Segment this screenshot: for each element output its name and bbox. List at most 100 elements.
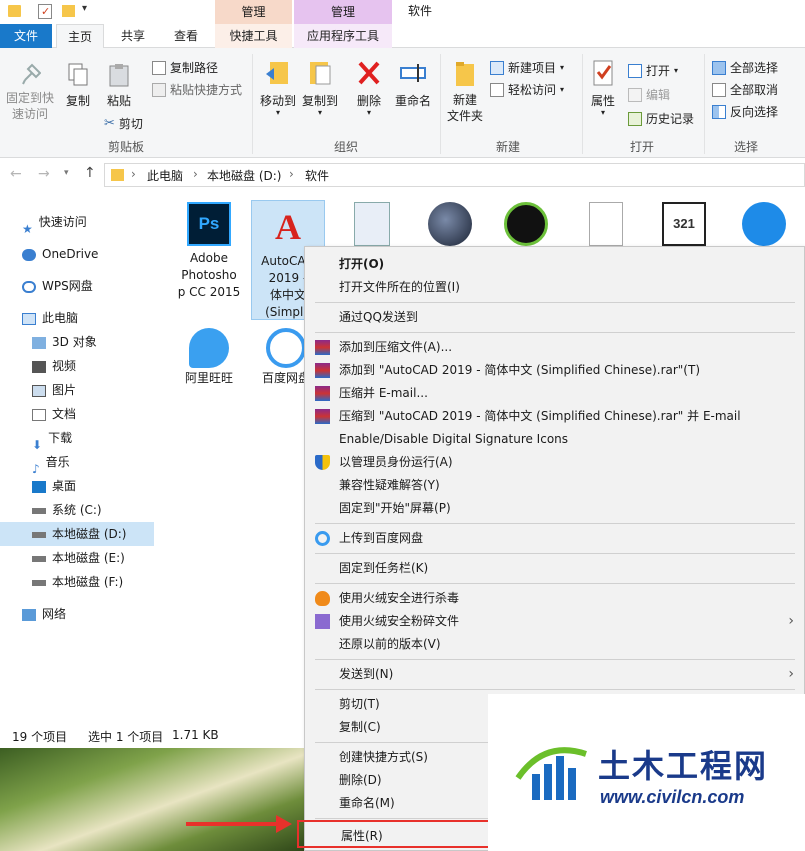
breadcrumb-chevron-icon: ›: [289, 167, 294, 181]
qat-dropdown-icon[interactable]: ▾: [82, 3, 87, 14]
nav-wps-drive[interactable]: WPS网盘: [22, 274, 93, 298]
nav-videos[interactable]: 视频: [32, 354, 76, 378]
select-none-icon: [712, 82, 726, 97]
select-all-button[interactable]: 全部选择: [712, 59, 778, 76]
music-note-icon: ♪: [32, 461, 40, 476]
file-blank[interactable]: [576, 202, 636, 246]
breadcrumb-chevron-icon: ›: [193, 167, 198, 181]
photoshop-icon: Ps: [187, 202, 231, 246]
menu-run-as-admin[interactable]: 以管理员身份运行(A): [305, 451, 804, 473]
cut-button[interactable]: ✂ 剪切: [104, 115, 143, 132]
nav-pictures[interactable]: 图片: [32, 378, 76, 402]
up-arrow-icon[interactable]: ↑: [84, 165, 96, 181]
menu-open[interactable]: 打开(O): [305, 253, 804, 275]
menu-send-to[interactable]: 发送到(N) ›: [305, 663, 804, 685]
move-to-button[interactable]: 移动到 ▾: [258, 58, 298, 117]
recent-locations-icon[interactable]: ▾: [64, 168, 69, 178]
paste-button[interactable]: 粘贴: [102, 62, 136, 109]
open-button[interactable]: 打开 ▾: [628, 62, 678, 79]
select-none-button[interactable]: 全部取消: [712, 81, 778, 98]
uac-shield-icon: [315, 455, 330, 470]
address-bar[interactable]: › 此电脑 › 本地磁盘 (D:) › 软件: [104, 163, 805, 187]
tab-home[interactable]: 主页: [56, 24, 104, 49]
menu-huorong-shred[interactable]: 使用火绒安全粉碎文件 ›: [305, 610, 804, 632]
menu-compress-and-email[interactable]: 压缩并 E-mail...: [305, 382, 804, 404]
history-button[interactable]: 历史记录: [628, 110, 694, 127]
file-text-document[interactable]: [342, 202, 402, 246]
ribbon-separator: [440, 54, 441, 154]
pin-to-quick-access-button[interactable]: 固定到快 速访问: [4, 62, 56, 122]
breadcrumb-software[interactable]: 软件: [305, 167, 329, 184]
nav-drive-c[interactable]: 系统 (C:): [32, 498, 102, 522]
properties-button[interactable]: 属性 ▾: [586, 58, 620, 117]
file-app-blue[interactable]: [734, 202, 794, 246]
nav-onedrive[interactable]: OneDrive: [22, 242, 98, 266]
nav-documents[interactable]: 文档: [32, 402, 76, 426]
new-group-label: 新建: [495, 140, 520, 154]
new-folder-qat-icon[interactable]: [62, 5, 75, 17]
ribbon-separator: [582, 54, 583, 154]
nav-drive-f[interactable]: 本地磁盘 (F:): [32, 570, 123, 594]
nav-drive-d[interactable]: 本地磁盘 (D:): [0, 522, 154, 546]
copy-to-button[interactable]: 复制到 ▾: [300, 58, 340, 117]
edit-button[interactable]: 编辑: [628, 86, 670, 103]
menu-digital-signature-icons[interactable]: Enable/Disable Digital Signature Icons: [305, 428, 804, 450]
breadcrumb-this-pc[interactable]: 此电脑: [147, 167, 183, 184]
breadcrumb-drive-d[interactable]: 本地磁盘 (D:): [207, 167, 281, 184]
tab-drive-tools[interactable]: 快捷工具: [215, 24, 292, 48]
copy-button[interactable]: 复制: [60, 62, 96, 109]
nav-music[interactable]: ♪ 音乐: [32, 450, 70, 476]
menu-add-to-archive[interactable]: 添加到压缩文件(A)...: [305, 336, 804, 358]
menu-pin-to-start[interactable]: 固定到"开始"屏幕(P): [305, 497, 804, 519]
menu-properties[interactable]: 属性(R): [297, 820, 497, 848]
tab-share[interactable]: 共享: [110, 24, 156, 48]
nav-drive-e[interactable]: 本地磁盘 (E:): [32, 546, 125, 570]
tab-application-tools[interactable]: 应用程序工具: [294, 24, 392, 48]
file-aliwangwang[interactable]: 阿里旺旺: [178, 328, 240, 387]
delete-button[interactable]: 删除 ▾: [352, 58, 386, 117]
baidu-netdisk-icon: [266, 328, 306, 368]
nav-network[interactable]: 网络: [22, 602, 66, 626]
drive-icon: [32, 579, 46, 586]
menu-send-via-qq[interactable]: 通过QQ发送到: [305, 306, 804, 328]
paste-shortcut-button[interactable]: 粘贴快捷方式: [152, 81, 242, 98]
properties-icon: [593, 60, 613, 86]
file-media-player[interactable]: 321: [654, 202, 714, 246]
properties-check-icon[interactable]: ✓: [38, 4, 52, 19]
menu-compat-troubleshoot[interactable]: 兼容性疑难解答(Y): [305, 474, 804, 496]
menu-pin-to-taskbar[interactable]: 固定到任务栏(K): [305, 557, 804, 579]
nav-desktop[interactable]: 桌面: [32, 474, 76, 498]
new-item-button[interactable]: 新建项目 ▾: [490, 59, 564, 76]
computer-icon: [22, 312, 36, 325]
tab-file[interactable]: 文件: [0, 24, 52, 48]
file-cinema4d[interactable]: [420, 202, 480, 246]
invert-selection-button[interactable]: 反向选择: [712, 103, 778, 120]
menu-add-to-rar[interactable]: 添加到 "AutoCAD 2019 - 简体中文 (Simplified Chi…: [305, 359, 804, 381]
watermark-url: www.civilcn.com: [600, 787, 745, 807]
nav-downloads[interactable]: ⬇ 下载: [32, 426, 72, 452]
nav-3d-objects[interactable]: 3D 对象: [32, 330, 97, 354]
menu-open-file-location[interactable]: 打开文件所在的位置(I): [305, 276, 804, 298]
file-app-green[interactable]: [496, 202, 556, 246]
file-photoshop[interactable]: Ps Adobe Photosho p CC 2015: [176, 202, 242, 301]
forward-arrow-icon[interactable]: →: [38, 166, 50, 182]
copy-path-button[interactable]: 复制路径: [152, 59, 218, 76]
pin-icon: [22, 63, 41, 85]
rename-button[interactable]: 重命名: [392, 58, 434, 109]
red-arrowhead-icon: [276, 815, 292, 833]
back-arrow-icon[interactable]: ←: [10, 166, 22, 182]
video-icon: [32, 360, 46, 373]
menu-upload-baidu[interactable]: 上传到百度网盘: [305, 527, 804, 549]
new-folder-button[interactable]: 新建 文件夹: [444, 58, 486, 124]
nav-quick-access[interactable]: ★ 快速访问: [22, 210, 87, 236]
easy-access-button[interactable]: 轻松访问 ▾: [490, 81, 564, 98]
nav-this-pc[interactable]: 此电脑: [22, 306, 78, 330]
menu-restore-previous-versions[interactable]: 还原以前的版本(V): [305, 633, 804, 655]
scissors-icon: ✂: [104, 116, 115, 131]
menu-huorong-scan[interactable]: 使用火绒安全进行杀毒: [305, 587, 804, 609]
menu-compress-to-rar-and-email[interactable]: 压缩到 "AutoCAD 2019 - 简体中文 (Simplified Chi…: [305, 405, 804, 427]
manage-context-group-app: 管理: [294, 0, 392, 24]
baidu-cloud-icon: [315, 531, 330, 546]
cinema4d-icon: [428, 202, 472, 246]
tab-view[interactable]: 查看: [162, 24, 210, 48]
